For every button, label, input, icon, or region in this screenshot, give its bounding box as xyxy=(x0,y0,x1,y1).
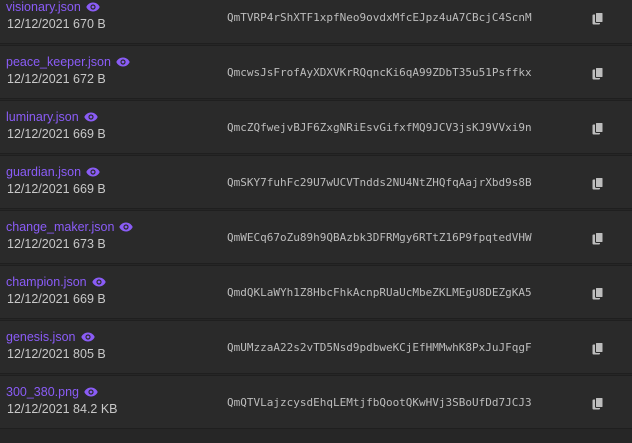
eye-icon[interactable] xyxy=(119,222,134,232)
file-row: peace_keeper.json 12/12/2021 672 B Qmcws… xyxy=(0,45,632,99)
file-date: 12/12/2021 xyxy=(7,127,70,141)
file-size: 669 B xyxy=(73,127,106,141)
file-name-link[interactable]: genesis.json xyxy=(6,329,76,345)
file-hash: QmcZQfwejvBJF6ZxgNRiEsvGifxfMQ9JCV3jsKJ9… xyxy=(227,121,532,134)
eye-icon[interactable] xyxy=(116,57,130,67)
file-row: guardian.json 12/12/2021 669 B QmSKY7fuh… xyxy=(0,155,632,209)
file-row: luminary.json 12/12/2021 669 B QmcZQfwej… xyxy=(0,100,632,154)
file-hash: QmWECq67oZu89h9QBAzbk3DFRMgy6RTtZ16P9fpq… xyxy=(227,231,532,244)
file-name-link[interactable]: champion.json xyxy=(6,274,87,290)
eye-icon[interactable] xyxy=(84,387,98,397)
file-meta: 12/12/2021 669 B xyxy=(7,181,106,197)
eye-icon[interactable] xyxy=(80,332,95,342)
copy-icon[interactable] xyxy=(592,397,604,410)
file-row: change_maker.json 12/12/2021 673 B QmWEC… xyxy=(0,210,632,264)
file-name-link[interactable]: change_maker.json xyxy=(6,219,114,235)
file-row: champion.json 12/12/2021 669 B QmdQKLaWY… xyxy=(0,265,632,319)
file-hash: QmcwsJsFrofAyXDXVKrRQqncKi6qA99ZDbT35u51… xyxy=(227,66,532,79)
file-row: 300_380.png 12/12/2021 84.2 KB QmQTVLajz… xyxy=(0,375,632,429)
eye-icon[interactable] xyxy=(91,277,106,287)
eye-icon[interactable] xyxy=(84,112,98,122)
file-meta: 12/12/2021 673 B xyxy=(7,236,106,252)
file-size: 672 B xyxy=(73,72,106,86)
file-row: genesis.json 12/12/2021 805 B QmUMzzaA22… xyxy=(0,320,632,374)
copy-icon[interactable] xyxy=(592,342,604,355)
file-hash: QmSKY7fuhFc29U7wUCVTndds2NU4NtZHQfqAajrX… xyxy=(227,176,532,189)
file-meta: 12/12/2021 669 B xyxy=(7,126,106,142)
file-meta: 12/12/2021 669 B xyxy=(7,291,106,307)
file-date: 12/12/2021 xyxy=(7,17,70,31)
file-size: 84.2 KB xyxy=(73,402,118,416)
file-hash: QmQTVLajzcysdEhqLEMtjfbQootQKwHVj3SBoUfD… xyxy=(227,396,532,409)
eye-icon[interactable] xyxy=(86,2,100,12)
file-meta: 12/12/2021 670 B xyxy=(7,16,106,32)
copy-icon[interactable] xyxy=(592,67,604,80)
file-name-link[interactable]: peace_keeper.json xyxy=(6,54,111,70)
file-meta: 12/12/2021 84.2 KB xyxy=(7,401,118,417)
file-name-link[interactable]: visionary.json xyxy=(6,0,81,15)
file-date: 12/12/2021 xyxy=(7,182,70,196)
copy-icon[interactable] xyxy=(592,12,604,25)
file-hash: QmUMzzaA22s2vTD5Nsd9pdbweKCjEfHMMwhK8PxJ… xyxy=(227,341,532,354)
file-date: 12/12/2021 xyxy=(7,347,70,361)
file-date: 12/12/2021 xyxy=(7,237,70,251)
file-size: 670 B xyxy=(73,17,106,31)
copy-icon[interactable] xyxy=(592,287,604,300)
file-hash: QmTVRP4rShXTF1xpfNeo9ovdxMfcEJpz4uA7CBcj… xyxy=(227,11,532,24)
file-name-link[interactable]: luminary.json xyxy=(6,109,79,125)
file-size: 669 B xyxy=(73,182,106,196)
eye-icon[interactable] xyxy=(86,167,100,177)
file-size: 805 B xyxy=(73,347,106,361)
file-meta: 12/12/2021 805 B xyxy=(7,346,106,362)
file-date: 12/12/2021 xyxy=(7,292,70,306)
file-hash: QmdQKLaWYh1Z8HbcFhkAcnpRUaUcMbeZKLMEgU8D… xyxy=(227,286,532,299)
file-size: 669 B xyxy=(73,292,106,306)
file-meta: 12/12/2021 672 B xyxy=(7,71,106,87)
file-list: visionary.json 12/12/2021 670 B QmTVRP4r… xyxy=(0,0,632,443)
file-row: visionary.json 12/12/2021 670 B QmTVRP4r… xyxy=(0,0,632,44)
copy-icon[interactable] xyxy=(592,122,604,135)
file-size: 673 B xyxy=(73,237,106,251)
file-name-link[interactable]: 300_380.png xyxy=(6,384,79,400)
copy-icon[interactable] xyxy=(592,232,604,245)
copy-icon[interactable] xyxy=(592,177,604,190)
file-name-link[interactable]: guardian.json xyxy=(6,164,81,180)
file-date: 12/12/2021 xyxy=(7,402,70,416)
file-date: 12/12/2021 xyxy=(7,72,70,86)
